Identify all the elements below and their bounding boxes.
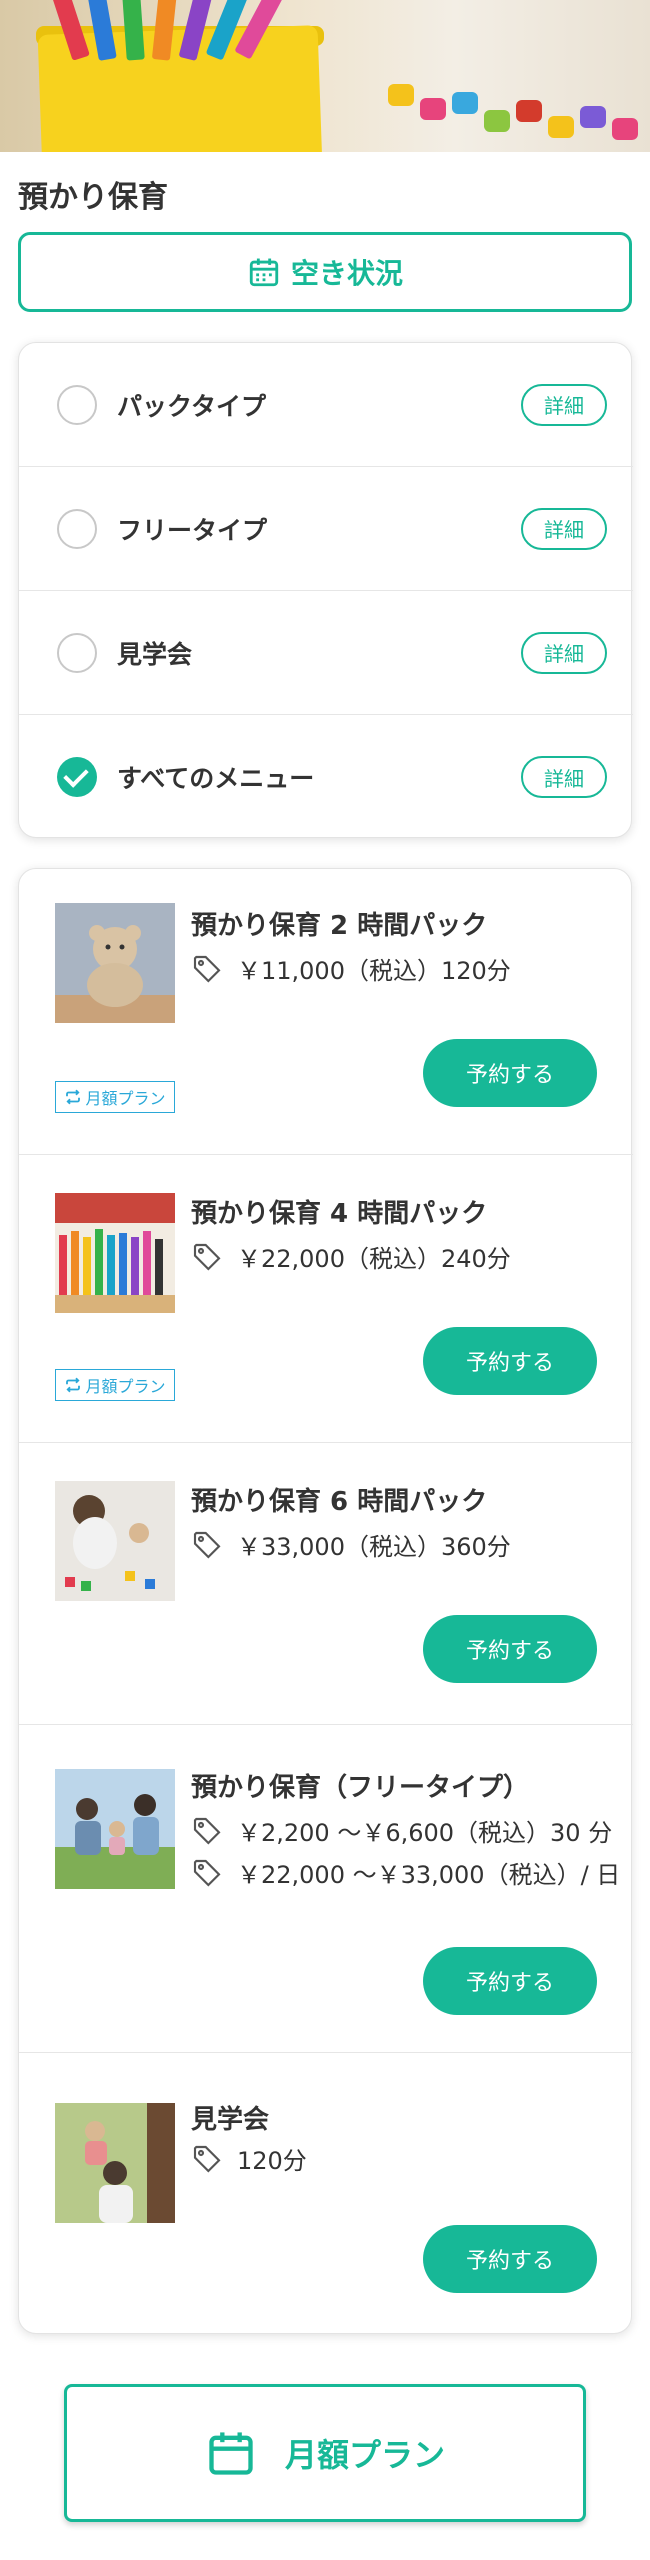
menu-type-filter: パックタイプ 詳細 フリータイプ 詳細 見学会 詳細 すべてのメニュー 詳細 <box>18 342 633 839</box>
calendar-icon <box>209 2432 253 2475</box>
price-text: ￥11,000（税込）120分 <box>237 957 511 985</box>
monthly-plan-badge: 月額プラン <box>55 1369 175 1401</box>
availability-button[interactable]: 空き状況 <box>18 232 632 312</box>
menu-item-6h-pack: 預かり保育 6 時間パック ￥33,000（税込）360分 予約する <box>19 1443 633 1725</box>
detail-button[interactable]: 詳細 <box>521 383 607 426</box>
price-tag-icon <box>193 1859 221 1887</box>
radio-button[interactable] <box>57 508 97 549</box>
radio-button[interactable] <box>57 384 97 425</box>
hero-bead <box>420 98 446 120</box>
reserve-button[interactable]: 予約する <box>423 1327 597 1395</box>
menu-item-title: 預かり保育 2 時間パック <box>191 911 488 941</box>
hero-bead <box>548 116 574 138</box>
detail-button[interactable]: 詳細 <box>521 631 607 674</box>
monthly-plan-badge-label: 月額プラン <box>85 1089 166 1108</box>
parent-child-photo <box>55 2103 175 2223</box>
hero-bead <box>580 106 606 128</box>
price-text: ￥33,000（税込）360分 <box>237 1533 511 1561</box>
hero-bead <box>452 92 478 114</box>
radio-button[interactable] <box>57 632 97 673</box>
detail-button[interactable]: 詳細 <box>521 507 607 550</box>
reserve-button[interactable]: 予約する <box>423 1039 597 1107</box>
hero-bead <box>516 100 542 122</box>
monthly-plan-button[interactable]: 月額プラン <box>64 2384 586 2522</box>
price-tag-icon <box>193 2145 221 2173</box>
teddy-bear-photo <box>55 903 175 1023</box>
menu-item-title: 預かり保育（フリータイプ） <box>191 1773 530 1803</box>
availability-button-label: 空き状況 <box>290 257 403 290</box>
monthly-plan-badge: 月額プラン <box>55 1081 175 1113</box>
menu-item-2h-pack: 預かり保育 2 時間パック ￥11,000（税込）120分 予約する 月額プラン <box>19 869 633 1155</box>
duration-line: 120分 <box>191 2141 307 2176</box>
menu-list: 預かり保育 2 時間パック ￥11,000（税込）120分 予約する 月額プラン <box>18 868 633 2335</box>
price-line: ￥22,000 〜￥33,000（税込）/ 日 <box>191 1855 620 1890</box>
menu-item-title: 預かり保育 6 時間パック <box>191 1487 488 1517</box>
hero-bead <box>388 84 414 106</box>
price-tag-icon <box>193 955 221 983</box>
repeat-icon <box>66 1089 81 1105</box>
colored-pencils-photo <box>55 1193 175 1313</box>
monthly-plan-badge-label: 月額プラン <box>85 1377 166 1396</box>
price-tag-icon <box>193 1531 221 1559</box>
price-line: ￥2,200 〜￥6,600（税込）30 分 <box>191 1813 612 1848</box>
price-text: ￥22,000（税込）240分 <box>237 1245 511 1273</box>
reserve-button[interactable]: 予約する <box>423 2225 597 2293</box>
menu-item-title: 見学会 <box>191 2105 270 2135</box>
filter-option-all-menus[interactable]: すべてのメニュー 詳細 <box>19 715 633 839</box>
reserve-button[interactable]: 予約する <box>423 1947 597 2015</box>
filter-label: すべてのメニュー <box>117 764 315 793</box>
filter-option-tour[interactable]: 見学会 詳細 <box>19 591 633 715</box>
menu-item-title: 預かり保育 4 時間パック <box>191 1199 488 1229</box>
menu-item-4h-pack: 預かり保育 4 時間パック ￥22,000（税込）240分 予約する 月額プラン <box>19 1155 633 1443</box>
family-outdoors-photo <box>55 1769 175 1889</box>
filter-option-pack-type[interactable]: パックタイプ 詳細 <box>19 343 633 467</box>
price-text: ￥2,200 〜￥6,600（税込）30 分 <box>237 1819 613 1847</box>
price-text: ￥22,000 〜￥33,000（税込）/ 日 <box>237 1861 621 1889</box>
duration-text: 120分 <box>237 2147 307 2175</box>
filter-label: フリータイプ <box>117 515 268 545</box>
detail-button[interactable]: 詳細 <box>521 756 607 798</box>
hero-image <box>0 0 650 152</box>
price-line: ￥22,000（税込）240分 <box>191 1239 511 1274</box>
calendar-icon <box>249 258 279 287</box>
filter-label: 見学会 <box>117 639 193 669</box>
repeat-icon <box>66 1377 81 1393</box>
hero-bead <box>484 110 510 132</box>
reserve-button[interactable]: 予約する <box>423 1615 597 1683</box>
filter-label: パックタイプ <box>117 391 267 421</box>
price-tag-icon <box>193 1817 221 1845</box>
menu-item-free-type: 預かり保育（フリータイプ） ￥2,200 〜￥6,600（税込）30 分 ￥22… <box>19 1725 633 2053</box>
price-line: ￥33,000（税込）360分 <box>191 1527 511 1562</box>
children-playing-photo <box>55 1481 175 1601</box>
filter-option-free-type[interactable]: フリータイプ 詳細 <box>19 467 633 591</box>
radio-button-checked[interactable] <box>57 757 97 797</box>
hero-bead <box>612 118 638 140</box>
page-title: 預かり保育 <box>18 180 168 215</box>
price-line: ￥11,000（税込）120分 <box>191 951 511 986</box>
menu-item-tour: 見学会 120分 予約する <box>19 2053 633 2335</box>
monthly-plan-button-label: 月額プラン <box>284 2436 445 2474</box>
price-tag-icon <box>193 1243 221 1271</box>
